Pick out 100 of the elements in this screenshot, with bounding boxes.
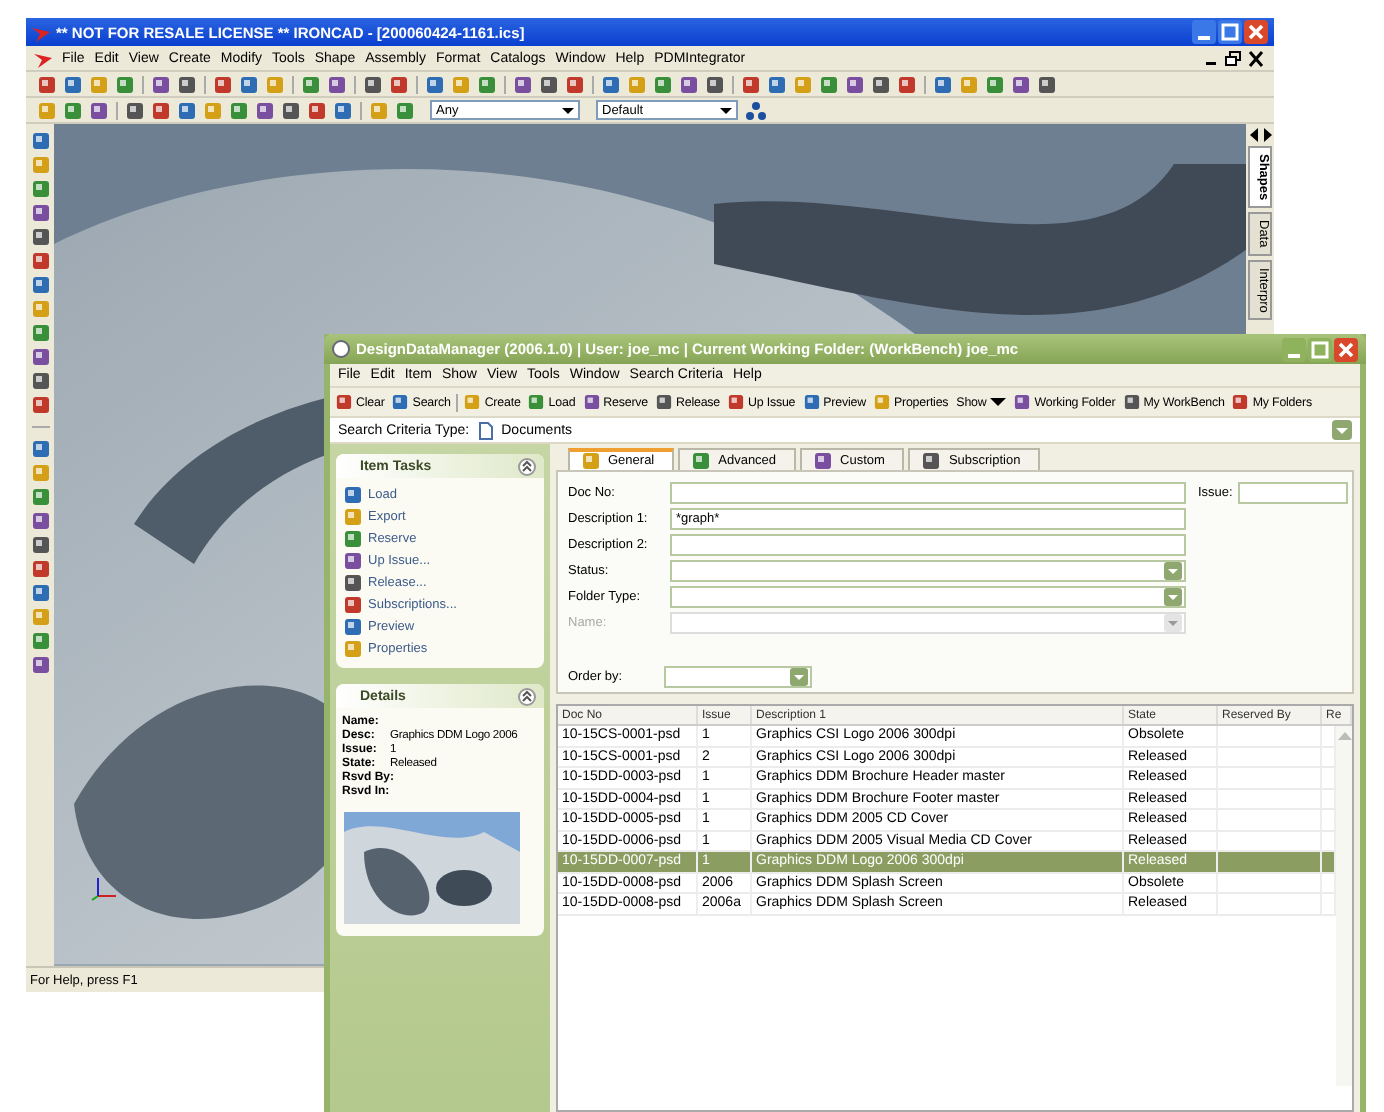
- toolbar-icon[interactable]: [706, 75, 724, 93]
- toolbar-icon[interactable]: [31, 632, 49, 650]
- toolbar-icon[interactable]: [820, 75, 838, 93]
- right-arrow-icon[interactable]: [1261, 128, 1273, 142]
- toolbar-icon[interactable]: [256, 101, 274, 119]
- toolbar-icon[interactable]: [602, 75, 620, 93]
- toolbar-icon[interactable]: [308, 101, 326, 119]
- toolbar-icon: [344, 530, 362, 548]
- toolbar-icon: [344, 640, 362, 658]
- toolbar-icon: [528, 394, 545, 410]
- toolbar-icon: [344, 574, 362, 592]
- toolbar-icon[interactable]: [178, 75, 196, 93]
- toolbar-icon[interactable]: [334, 101, 352, 119]
- toolbar-icon[interactable]: [31, 276, 49, 294]
- toolbar-icon[interactable]: [90, 101, 108, 119]
- toolbar-icon[interactable]: [31, 252, 49, 270]
- toolbar-icon[interactable]: [31, 488, 49, 506]
- toolbar-icon[interactable]: [742, 75, 760, 93]
- input-field[interactable]: [670, 534, 1186, 556]
- axis-triad-icon: [90, 874, 118, 902]
- toolbar-icon[interactable]: [282, 101, 300, 119]
- toolbar-icon[interactable]: [240, 75, 258, 93]
- maximize-icon[interactable]: [1308, 337, 1332, 361]
- toolbar-icon[interactable]: [64, 75, 82, 93]
- toolbar-icon[interactable]: [31, 228, 49, 246]
- toolbar-icon[interactable]: [31, 560, 49, 578]
- toolbar-icon[interactable]: [31, 440, 49, 458]
- toolbar-icon: [464, 394, 481, 410]
- dropdown-arrow-icon[interactable]: [718, 102, 734, 118]
- toolbar-icon[interactable]: [768, 75, 786, 93]
- dropdown-button-icon[interactable]: [1164, 562, 1182, 580]
- toolbar-icon[interactable]: [152, 101, 170, 119]
- toolbar-icon: [1123, 394, 1140, 410]
- maximize-icon[interactable]: [1218, 20, 1242, 44]
- dropdown-button-icon[interactable]: [1332, 420, 1352, 440]
- collapse-icon[interactable]: [518, 687, 536, 705]
- toolbar-icon[interactable]: [680, 75, 698, 93]
- toolbar-icon: [344, 552, 362, 570]
- toolbar-icon[interactable]: [898, 75, 916, 93]
- toolbar-icon[interactable]: [31, 396, 49, 414]
- app-icon: [332, 340, 350, 358]
- toolbar-icon[interactable]: [566, 75, 584, 93]
- toolbar-icon[interactable]: [426, 75, 444, 93]
- input-field[interactable]: [670, 482, 1186, 504]
- toolbar-icon[interactable]: [478, 75, 496, 93]
- toolbar-icon[interactable]: [38, 75, 56, 93]
- toolbar-icon[interactable]: [328, 75, 346, 93]
- toolbar-icon[interactable]: [64, 101, 82, 119]
- toolbar-icon[interactable]: [31, 536, 49, 554]
- toolbar-icon: [344, 486, 362, 504]
- toolbar-icon[interactable]: [514, 75, 532, 93]
- hierarchy-icon[interactable]: [746, 101, 766, 119]
- dropdown-field[interactable]: [670, 560, 1186, 582]
- toolbar-icon[interactable]: [31, 372, 49, 390]
- toolbar-icon[interactable]: [31, 512, 49, 530]
- toolbar-icon[interactable]: [934, 75, 952, 93]
- toolbar-icon[interactable]: [126, 101, 144, 119]
- toolbar-icon[interactable]: [302, 75, 320, 93]
- toolbar-icon: [344, 596, 362, 614]
- toolbar-icon[interactable]: [230, 101, 248, 119]
- dropdown-button-icon[interactable]: [790, 668, 808, 686]
- toolbar-icon[interactable]: [31, 656, 49, 674]
- input-field[interactable]: [1238, 482, 1349, 504]
- toolbar-icon[interactable]: [1038, 75, 1056, 93]
- dropdown-field[interactable]: [664, 666, 812, 688]
- toolbar-icon[interactable]: [31, 584, 49, 602]
- close-icon[interactable]: [1246, 49, 1266, 67]
- toolbar-icon[interactable]: [31, 204, 49, 222]
- toolbar-icon[interactable]: [178, 101, 196, 119]
- restore-icon[interactable]: [1224, 49, 1244, 67]
- toolbar-icon[interactable]: [31, 348, 49, 366]
- toolbar-icon: [392, 394, 409, 410]
- toolbar-icon: [803, 394, 820, 410]
- toolbar-icon[interactable]: [31, 324, 49, 342]
- toolbar-icon[interactable]: [214, 75, 232, 93]
- dropdown-field[interactable]: [670, 586, 1186, 608]
- toolbar-icon: [344, 618, 362, 636]
- collapse-icon[interactable]: [518, 457, 536, 475]
- scrollbar[interactable]: [1336, 726, 1352, 1086]
- toolbar-icon[interactable]: [390, 75, 408, 93]
- toolbar-icon[interactable]: [846, 75, 864, 93]
- toolbar-icon: [336, 394, 352, 410]
- toolbar-icon[interactable]: [396, 101, 414, 119]
- toolbar-icon: [583, 394, 600, 410]
- toolbar-icon[interactable]: [152, 75, 170, 93]
- toolbar-icon[interactable]: [31, 132, 49, 150]
- toolbar-icon[interactable]: [872, 75, 890, 93]
- caret-icon: [990, 394, 1007, 410]
- dropdown-button-icon[interactable]: [1164, 588, 1182, 606]
- toolbar-icon[interactable]: [1012, 75, 1030, 93]
- toolbar-icon[interactable]: [364, 75, 382, 93]
- left-arrow-icon[interactable]: [1247, 128, 1259, 142]
- toolbar-icon[interactable]: [31, 180, 49, 198]
- toolbar-icon[interactable]: [986, 75, 1004, 93]
- dropdown-arrow-icon[interactable]: [560, 102, 576, 118]
- toolbar-icon[interactable]: [540, 75, 558, 93]
- toolbar-icon[interactable]: [654, 75, 672, 93]
- toolbar-icon: [728, 394, 745, 410]
- toolbar-icon: [873, 394, 890, 410]
- toolbar-icon[interactable]: [116, 75, 134, 93]
